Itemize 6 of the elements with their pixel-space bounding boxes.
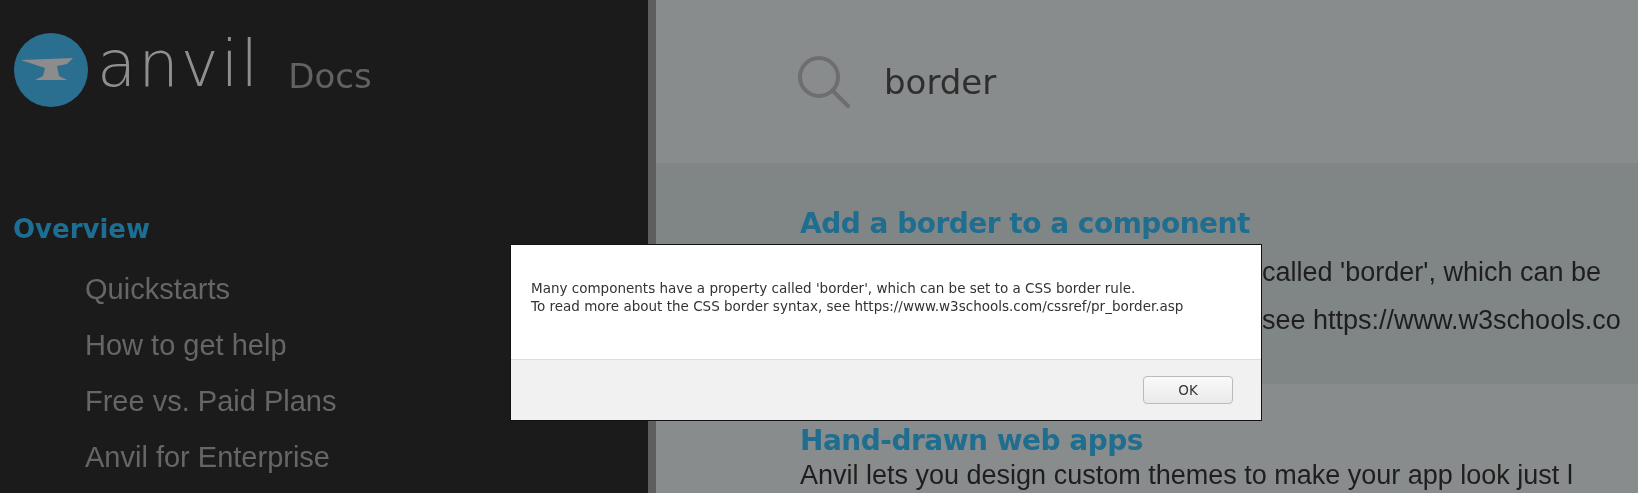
logo-wordmark: anvil: [97, 32, 261, 96]
result-snippet: see https://www.w3schools.co: [1262, 304, 1621, 337]
dialog-message: Many components have a property called 'border', which can be set to a CSS border rule. To read more about the CSS border syntax, see https://www.w3schools.com/cssref/pr_border.asp: [530, 279, 1185, 316]
result-snippet: Anvil lets you design custom themes to make your app look just l: [800, 459, 1573, 492]
logo-docs-label: Docs: [288, 56, 372, 96]
result-snippet: called 'border', which can be: [1262, 256, 1601, 289]
